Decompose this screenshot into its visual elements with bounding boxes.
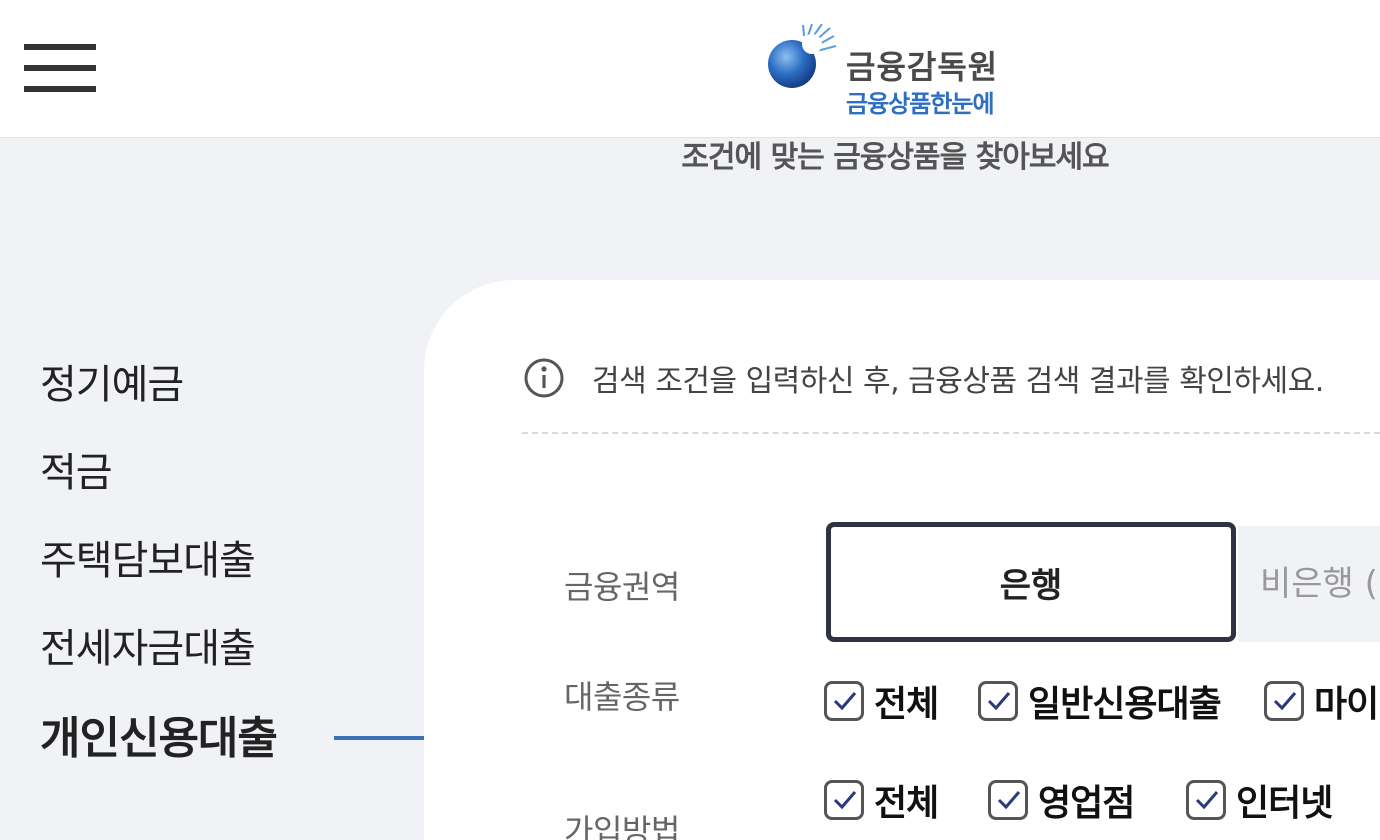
menu-item-time-deposit[interactable]: 정기예금 — [40, 355, 277, 443]
sector-label: 금융권역 — [564, 568, 680, 606]
product-category-menu: 정기예금 적금 주택담보대출 전세자금대출 개인신용대출 — [40, 355, 278, 797]
sector-option-bank[interactable]: 은행 — [826, 522, 1236, 642]
checkbox-checked-icon — [1264, 681, 1304, 721]
menu-item-personal-credit-loan[interactable]: 개인신용대출 — [40, 709, 278, 797]
loan-type-label: 대출종류 — [564, 678, 680, 716]
loan-type-all-checkbox[interactable]: 전체 — [824, 675, 939, 727]
checkbox-checked-icon — [988, 780, 1028, 820]
join-method-branch-checkbox[interactable]: 영업점 — [988, 774, 1135, 826]
checkbox-label: 인터넷 — [1236, 783, 1333, 824]
checkbox-checked-icon — [824, 681, 864, 721]
sector-option-nonbank[interactable]: 비은행 ( — [1238, 526, 1380, 642]
fss-logo[interactable]: 금융감독원 금융상품한눈에 — [766, 24, 1016, 118]
org-name: 금융감독원 — [846, 48, 999, 86]
checkbox-checked-icon — [978, 681, 1018, 721]
checkbox-label: 전체 — [874, 684, 939, 725]
join-method-label: 가입방법 — [564, 812, 680, 840]
menu-item-mortgage-loan[interactable]: 주택담보대출 — [40, 531, 277, 619]
join-method-all-checkbox[interactable]: 전체 — [824, 774, 939, 826]
checkbox-label: 영업점 — [1038, 783, 1135, 824]
checkbox-label: 마이 — [1314, 684, 1379, 725]
service-name: 금융상품한눈에 — [846, 90, 995, 118]
checkbox-checked-icon — [824, 780, 864, 820]
sector-option-bank-label: 은행 — [999, 565, 1063, 606]
checkbox-checked-icon — [1186, 780, 1226, 820]
info-icon — [524, 358, 564, 398]
page-subtitle: 조건에 맞는 금융상품을 찾아보세요 — [681, 140, 1109, 175]
checkbox-label: 전체 — [874, 783, 939, 824]
hamburger-menu-icon[interactable] — [24, 44, 96, 96]
notice-text: 검색 조건을 입력하신 후, 금융상품 검색 결과를 확인하세요. — [592, 364, 1324, 399]
checkbox-label: 일반신용대출 — [1028, 684, 1222, 725]
join-method-internet-checkbox[interactable]: 인터넷 — [1186, 774, 1333, 826]
loan-type-general-credit-checkbox[interactable]: 일반신용대출 — [978, 675, 1222, 727]
search-notice: 검색 조건을 입력하신 후, 금융상품 검색 결과를 확인하세요. — [522, 356, 1380, 434]
top-header: 금융감독원 금융상품한눈에 — [0, 0, 1380, 138]
menu-item-installment-savings[interactable]: 적금 — [40, 443, 277, 531]
fss-globe-logo — [768, 24, 836, 88]
loan-type-minus-account-checkbox[interactable]: 마이 — [1264, 675, 1379, 727]
menu-item-jeonse-loan[interactable]: 전세자금대출 — [40, 619, 277, 707]
